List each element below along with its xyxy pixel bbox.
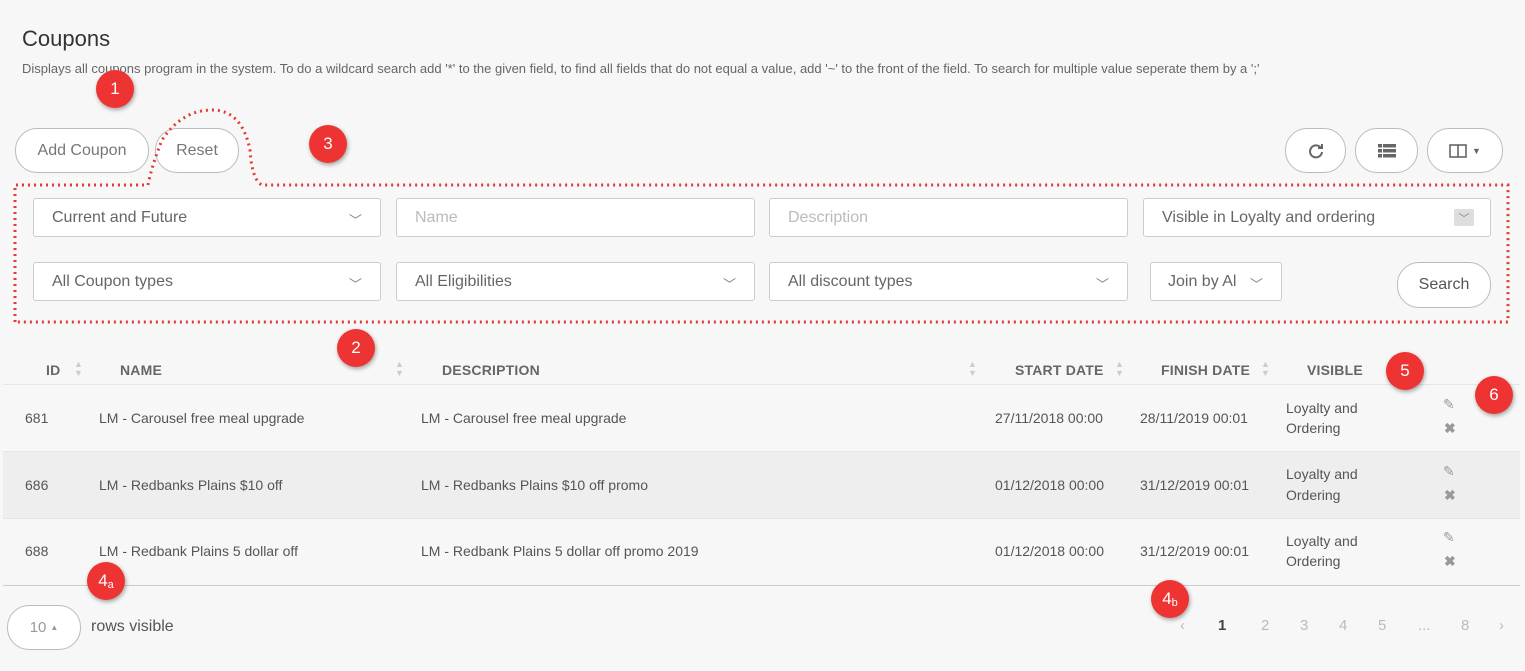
annotation-marker-4a: 4a — [87, 562, 125, 600]
rows-per-page-value: 10 — [29, 619, 47, 636]
discount-type-select[interactable]: All discount types ﹀ — [769, 262, 1128, 301]
chevron-down-icon: ﹀ — [348, 277, 362, 292]
row-name: LM - Redbank Plains 5 dollar off — [99, 543, 298, 559]
edit-icon[interactable]: ✎ — [1443, 463, 1455, 480]
description-input-placeholder: Description — [788, 208, 869, 226]
column-header-start-date[interactable]: START DATE — [1015, 362, 1104, 378]
column-header-id[interactable]: ID — [46, 362, 60, 378]
edit-icon[interactable]: ✎ — [1443, 396, 1455, 413]
row-start-date: 01/12/2018 00:00 — [995, 477, 1104, 493]
period-select[interactable]: Current and Future ﹀ — [33, 198, 381, 237]
coupon-type-select[interactable]: All Coupon types ﹀ — [33, 262, 381, 301]
eligibility-select-value: All Eligibilities — [415, 272, 512, 290]
row-name: LM - Carousel free meal upgrade — [99, 410, 305, 426]
table-row[interactable]: 688 LM - Redbank Plains 5 dollar off LM … — [3, 519, 1520, 585]
rows-visible-label: rows visible — [91, 618, 174, 635]
annotation-marker-5: 5 — [1386, 352, 1424, 390]
annotation-marker-3: 3 — [309, 125, 347, 163]
row-finish-date: 28/11/2019 00:01 — [1140, 410, 1248, 426]
pagination-prev-icon[interactable]: ‹ — [1180, 617, 1185, 634]
visibility-select-value: Visible in Loyalty and ordering — [1162, 208, 1376, 226]
row-visible-line1: Loyalty and — [1286, 400, 1358, 416]
pagination-page-3[interactable]: 3 — [1300, 617, 1308, 634]
row-name: LM - Redbanks Plains $10 off — [99, 477, 283, 493]
row-start-date: 27/11/2018 00:00 — [995, 410, 1103, 426]
period-select-value: Current and Future — [52, 208, 188, 226]
pagination-next-icon[interactable]: › — [1499, 617, 1504, 634]
chevron-down-icon: ﹀ — [1454, 209, 1474, 226]
column-header-name[interactable]: NAME — [120, 362, 162, 378]
coupon-type-select-value: All Coupon types — [52, 272, 173, 290]
row-visible-line1: Loyalty and — [1286, 533, 1358, 549]
visibility-select[interactable]: Visible in Loyalty and ordering ﹀ — [1143, 198, 1491, 237]
chevron-down-icon: ﹀ — [348, 213, 362, 228]
rows-per-page-select[interactable]: 10 ▲ — [7, 605, 81, 650]
row-id: 681 — [25, 410, 49, 426]
row-visible-line1: Loyalty and — [1286, 466, 1358, 482]
row-finish-date: 31/12/2019 00:01 — [1140, 477, 1249, 493]
row-visible-line2: Ordering — [1286, 420, 1341, 436]
pagination-page-2[interactable]: 2 — [1261, 617, 1269, 634]
row-visible-line2: Ordering — [1286, 553, 1341, 569]
join-select-value: Join by Al — [1168, 272, 1237, 290]
annotation-marker-2: 2 — [337, 329, 375, 367]
page-title: Coupons — [22, 26, 111, 51]
column-header-finish-date[interactable]: FINISH DATE — [1161, 362, 1250, 378]
pagination-ellipsis: ... — [1418, 617, 1431, 634]
row-description: LM - Carousel free meal upgrade — [421, 410, 627, 426]
join-select[interactable]: Join by Al ﹀ — [1150, 262, 1282, 301]
chevron-down-icon: ﹀ — [1095, 277, 1109, 292]
chevron-down-icon: ﹀ — [1249, 277, 1263, 292]
delete-icon[interactable]: ✖ — [1444, 420, 1456, 437]
row-description: LM - Redbanks Plains $10 off promo — [421, 477, 648, 493]
row-description: LM - Redbank Plains 5 dollar off promo 2… — [421, 543, 699, 559]
discount-type-select-value: All discount types — [788, 272, 913, 290]
column-header-description[interactable]: DESCRIPTION — [442, 362, 540, 378]
delete-icon[interactable]: ✖ — [1444, 487, 1456, 504]
chevron-down-icon: ﹀ — [722, 277, 736, 292]
sort-icon[interactable]: ▲ ▼ — [1261, 360, 1270, 378]
row-visible-line2: Ordering — [1286, 487, 1341, 503]
description-input[interactable]: Description — [769, 198, 1128, 237]
marker-4b-sub: b — [1171, 597, 1178, 609]
name-input[interactable]: Name — [396, 198, 755, 237]
edit-icon[interactable]: ✎ — [1443, 529, 1455, 546]
row-start-date: 01/12/2018 00:00 — [995, 543, 1104, 559]
sort-icon[interactable]: ▲ ▼ — [395, 360, 404, 378]
row-id: 688 — [25, 543, 49, 559]
sort-icon[interactable]: ▲ ▼ — [968, 360, 977, 378]
table-bottom-divider — [3, 585, 1520, 586]
pagination-page-5[interactable]: 5 — [1378, 617, 1386, 634]
row-finish-date: 31/12/2019 00:01 — [1140, 543, 1249, 559]
eligibility-select[interactable]: All Eligibilities ﹀ — [396, 262, 755, 301]
search-button[interactable]: Search — [1397, 262, 1491, 308]
name-input-placeholder: Name — [415, 208, 458, 226]
page-subtitle: Displays all coupons program in the syst… — [22, 61, 1260, 76]
annotation-marker-1: 1 — [96, 70, 134, 108]
annotation-marker-4b: 4b — [1151, 580, 1189, 618]
annotation-marker-6: 6 — [1475, 376, 1513, 414]
marker-4a-number: 4 — [98, 571, 108, 590]
marker-4b-number: 4 — [1162, 589, 1172, 608]
column-header-visible: VISIBLE — [1307, 362, 1363, 378]
pagination-page-8[interactable]: 8 — [1461, 617, 1469, 634]
table-row[interactable]: 681 LM - Carousel free meal upgrade LM -… — [3, 385, 1520, 451]
caret-up-icon: ▲ — [50, 623, 59, 632]
pagination-page-4[interactable]: 4 — [1339, 617, 1347, 634]
row-id: 686 — [25, 477, 49, 493]
sort-icon[interactable]: ▲ ▼ — [74, 360, 83, 378]
delete-icon[interactable]: ✖ — [1444, 553, 1456, 570]
sort-icon[interactable]: ▲ ▼ — [1115, 360, 1124, 378]
table-row[interactable]: 686 LM - Redbanks Plains $10 off LM - Re… — [3, 452, 1520, 518]
marker-4a-sub: a — [107, 579, 114, 591]
pagination-page-1[interactable]: 1 — [1218, 617, 1226, 634]
